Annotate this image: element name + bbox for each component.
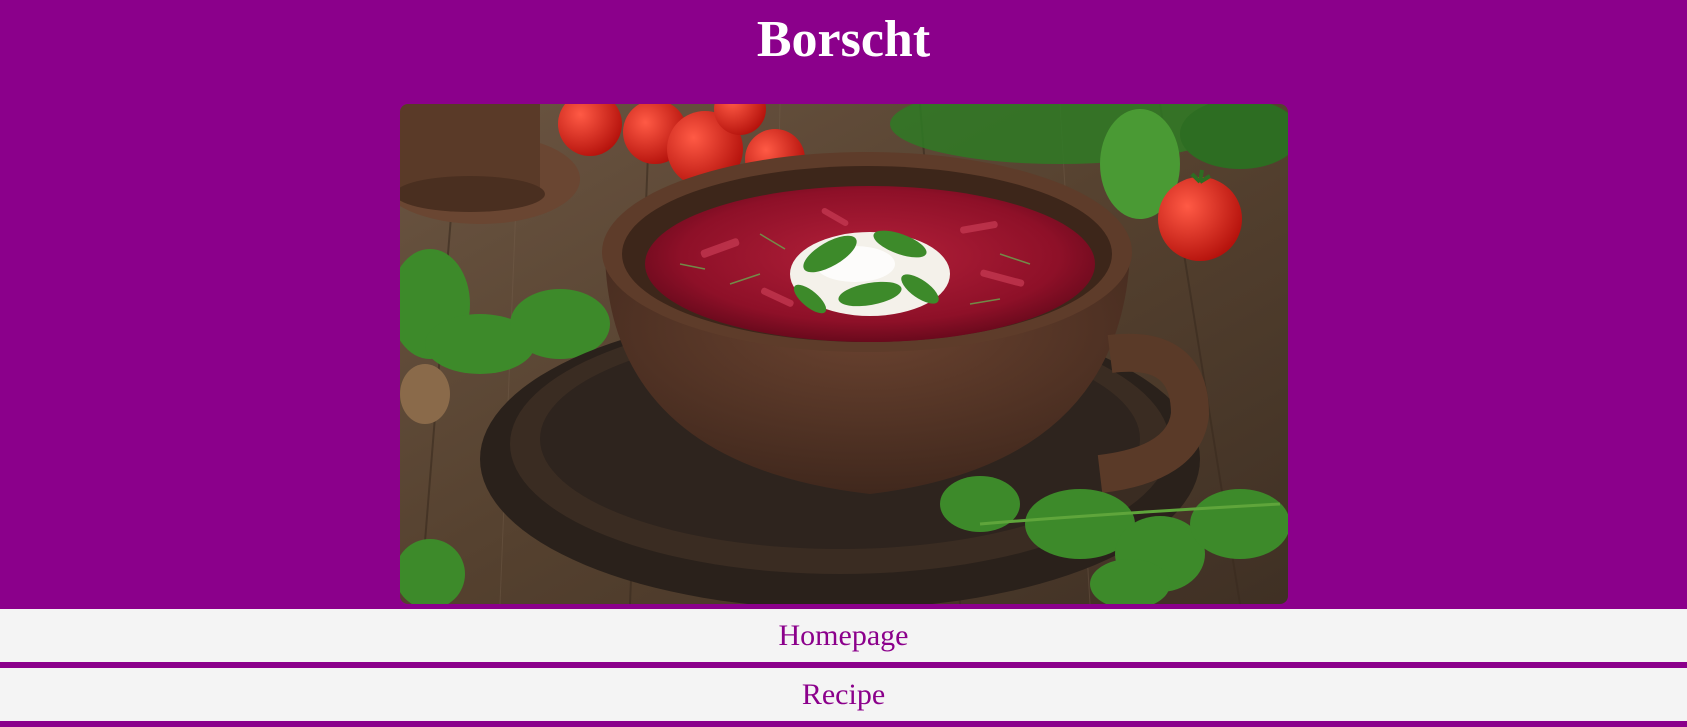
page-header: Borscht (0, 0, 1687, 104)
nav-homepage-link[interactable]: Homepage (0, 609, 1687, 662)
hero-container (0, 104, 1687, 604)
nav-homepage-label: Homepage (778, 618, 909, 652)
borscht-photo (399, 104, 1288, 604)
page-title: Borscht (756, 11, 931, 68)
nav-menu: Homepage Recipe (0, 609, 1687, 721)
nav-recipe-link[interactable]: Recipe (0, 668, 1687, 721)
nav-recipe-label: Recipe (801, 677, 886, 711)
